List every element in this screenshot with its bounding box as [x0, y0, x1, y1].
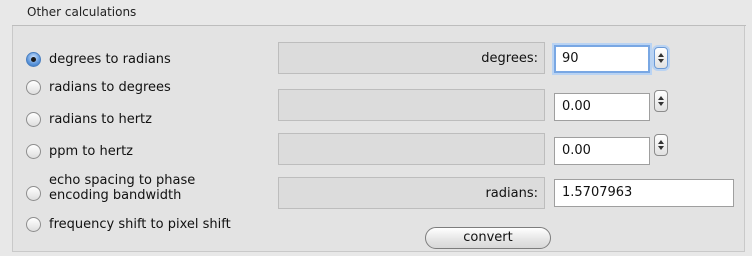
stepper-down-icon[interactable] [658, 59, 664, 63]
radio-label-block: echo spacing to phase encoding bandwidth [41, 173, 195, 203]
radio-label: radians to hertz [49, 112, 152, 127]
output-value-field[interactable]: 1.5707963 [554, 179, 734, 207]
output-unit-label: radians: [485, 185, 538, 201]
stepper-down-icon[interactable] [658, 146, 664, 150]
radio-label: ppm to hertz [49, 144, 133, 159]
radio-selected-icon[interactable] [26, 52, 41, 67]
group-title: Other calculations [27, 5, 137, 19]
radio-echo-spacing[interactable]: echo spacing to phase encoding bandwidth [26, 173, 195, 203]
radio-unselected-icon[interactable] [26, 217, 41, 232]
stepper-down-icon[interactable] [658, 102, 664, 106]
radio-unselected-icon[interactable] [26, 112, 41, 127]
radio-ppm-to-hertz[interactable]: ppm to hertz [26, 144, 133, 159]
stepper-up-icon[interactable] [658, 140, 664, 144]
input-unit-panel: degrees: [278, 42, 545, 74]
radio-frequency-to-pixel[interactable]: frequency shift to pixel shift [26, 217, 231, 232]
radio-unselected-icon[interactable] [26, 185, 41, 201]
field-2[interactable]: 0.00 [554, 93, 650, 121]
input-stepper[interactable] [654, 47, 668, 69]
radio-unselected-icon[interactable] [26, 80, 41, 95]
stepper-up-icon[interactable] [658, 96, 664, 100]
stepper-up-icon[interactable] [658, 53, 664, 57]
radio-label: frequency shift to pixel shift [49, 217, 231, 232]
radio-unselected-icon[interactable] [26, 144, 41, 159]
convert-button[interactable]: convert [425, 227, 551, 249]
panel-2 [278, 89, 545, 121]
field-2-stepper[interactable] [654, 90, 668, 112]
field-3-stepper[interactable] [654, 134, 668, 156]
field-3[interactable]: 0.00 [554, 137, 650, 165]
radio-label: radians to degrees [49, 80, 171, 95]
output-unit-panel: radians: [278, 177, 545, 209]
radio-label-line2: encoding bandwidth [49, 188, 182, 203]
radio-label-line1: echo spacing to phase [49, 173, 196, 188]
radio-radians-to-degrees[interactable]: radians to degrees [26, 80, 171, 95]
radio-radians-to-hertz[interactable]: radians to hertz [26, 112, 152, 127]
radio-degrees-to-radians[interactable]: degrees to radians [26, 52, 171, 67]
panel-3 [278, 133, 545, 165]
input-unit-label: degrees: [481, 50, 538, 66]
radio-label: degrees to radians [49, 52, 171, 67]
input-value-field[interactable]: 90 [554, 45, 650, 73]
